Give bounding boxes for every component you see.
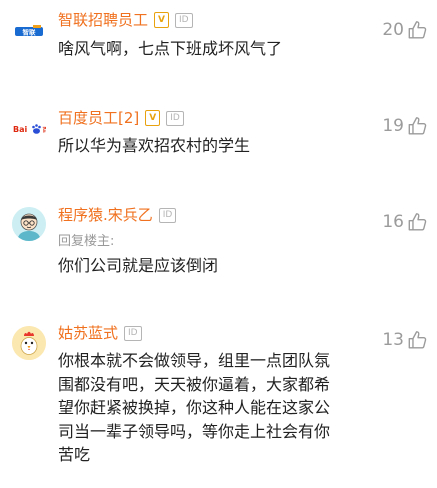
comment-text: 所以华为喜欢招农村的学生 (58, 136, 251, 155)
thumbs-up-icon (408, 213, 427, 231)
like-button[interactable]: 20 (382, 18, 429, 42)
like-button[interactable]: 19 (382, 114, 429, 138)
cartoon-programmer-avatar-icon (12, 207, 46, 241)
verified-badge: V (154, 12, 169, 28)
zhilian-zhaopin-logo-icon: 智联 (15, 25, 43, 37)
like-button[interactable]: 16 (382, 210, 429, 234)
id-badge: ID (124, 325, 142, 341)
avatar[interactable] (12, 207, 46, 241)
baidu-logo-icon: Bai 百 (13, 124, 47, 134)
svg-text:百: 百 (43, 126, 47, 134)
avatar[interactable] (12, 326, 46, 360)
like-count: 20 (382, 20, 404, 40)
name-row: 智联招聘员工 V ID (58, 9, 193, 31)
user-name[interactable]: 姑苏蓝式 (58, 322, 118, 344)
reply-label: 回复楼主: (58, 234, 115, 249)
name-row: 程序猿.宋兵乙 ID (58, 204, 177, 226)
comment-text-line: 你根本就不会做领导，组里一点团队氛 (58, 351, 331, 370)
comment-text-line: 望你赶紧被换掉，你这种人能在这家公 (58, 398, 331, 417)
name-row: 姑苏蓝式 ID (58, 322, 142, 344)
name-row: 百度员工[2] V ID (58, 107, 184, 129)
id-badge: ID (166, 110, 184, 126)
avatar[interactable]: 智联 (12, 14, 46, 48)
like-button[interactable]: 13 (382, 328, 429, 352)
id-badge: ID (174, 12, 193, 28)
id-badge: ID (158, 207, 177, 223)
user-name[interactable]: 百度员工[2] (58, 107, 139, 129)
avatar[interactable]: Bai 百 (12, 111, 46, 145)
user-name[interactable]: 智联招聘员工 (58, 9, 148, 31)
comment-text-line: 苦吃 (58, 445, 91, 464)
like-count: 19 (382, 116, 404, 136)
cartoon-rooster-avatar-icon (12, 326, 46, 360)
user-name[interactable]: 程序猿.宋兵乙 (58, 204, 153, 226)
comment-text-line: 围都没有吧，天天被你逼着，大家都希 (58, 374, 331, 394)
thumbs-up-icon (408, 117, 427, 135)
comment-text: 你们公司就是应该倒闭 (58, 256, 219, 275)
svg-text:Bai: Bai (13, 125, 27, 134)
like-count: 16 (382, 212, 404, 232)
like-count: 13 (382, 330, 404, 350)
verified-badge: V (145, 110, 161, 126)
svg-text:智联: 智联 (23, 28, 37, 37)
comment-list: 智联 智联招聘员工 V ID 啥风气啊，七点下班成坏风气了 20 Bai 百 百… (0, 0, 437, 488)
thumbs-up-icon (408, 21, 427, 39)
thumbs-up-icon (408, 331, 427, 349)
comment-text: 啥风气啊，七点下班成坏风气了 (58, 39, 283, 58)
comment-text: 你根本就不会做领导，组里一点团队氛 围都没有吧，天天被你逼着，大家都希 望你赶紧… (58, 349, 376, 467)
comment-text-line: 司当一辈子领导吗，等你走上社会有你 (58, 421, 331, 441)
